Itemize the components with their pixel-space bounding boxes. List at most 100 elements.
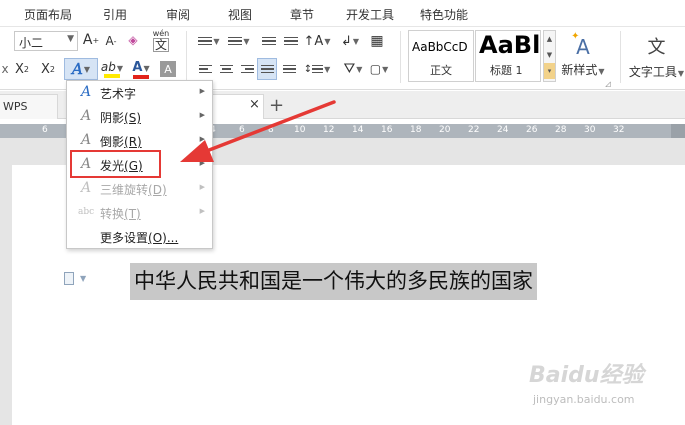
text-direction-icon[interactable]: ↑A ▼ (304, 32, 331, 50)
chevron-down-icon: ▼ (83, 64, 90, 74)
menu-item-3d-rotation: A 三维旋转(D) ▶ (67, 177, 212, 201)
menu-item-more-settings[interactable]: 更多设置(O)... (67, 225, 212, 249)
chevron-up-icon[interactable]: ▲ (544, 31, 555, 47)
text-tools-button[interactable]: 文 文字工具▼ (628, 31, 685, 81)
decrease-indent-icon[interactable] (260, 33, 278, 49)
increase-indent-icon[interactable] (282, 33, 300, 49)
submenu-arrow-icon: ▶ (199, 183, 205, 191)
pinyin-guide-button[interactable]: wén 文 (150, 29, 172, 53)
table-borders-icon[interactable]: ▦ (368, 32, 386, 50)
tab-developer-tools[interactable]: 开发工具 (346, 6, 394, 23)
style-normal[interactable]: AaBbCcD 正文 (408, 30, 474, 82)
art-text-icon: A (80, 84, 92, 100)
style-normal-sample: AaBbCcD (412, 40, 468, 54)
char-shading-icon[interactable]: A (160, 61, 176, 77)
ribbon-separator (400, 31, 401, 83)
text-tools-icon: 文 (647, 36, 666, 58)
ruler-tick: 16 (381, 125, 393, 135)
highlight-color-bar (104, 74, 120, 78)
style-heading-name: 标题 1 (490, 64, 523, 77)
document-tab-wps[interactable]: WPS (0, 94, 58, 119)
menu-item-label: 转换(T) (100, 207, 141, 221)
menu-item-label: 三维旋转(D) (100, 183, 167, 197)
text-effect-button[interactable]: A ▼ (64, 58, 98, 80)
menu-item-label: 更多设置(O)... (100, 231, 179, 245)
ruler-tick: 6 (42, 125, 48, 135)
style-normal-name: 正文 (430, 64, 452, 77)
text-tools-label: 文字工具 (628, 64, 677, 79)
menu-item-transform: abc 转换(T) ▶ (67, 201, 212, 225)
tab-page-layout[interactable]: 页面布局 (24, 6, 72, 23)
tab-section[interactable]: 章节 (290, 6, 314, 23)
tab-references[interactable]: 引用 (103, 6, 127, 23)
justify-icon[interactable] (257, 58, 277, 80)
shadow-icon: A (80, 108, 92, 124)
paragraph-mark-icon[interactable]: ↲ ▼ (340, 32, 360, 50)
ruler-tick: 18 (410, 125, 422, 135)
menu-item-label: 阴影(S) (100, 111, 141, 125)
submenu-arrow-icon: ▶ (199, 159, 205, 167)
subscript-button[interactable]: X2 (38, 60, 58, 78)
selected-text[interactable]: 中华人民共和国是一个伟大的多民族的国家 (130, 263, 537, 300)
ruler-tick: 22 (468, 125, 480, 135)
superscript-label: X (15, 61, 24, 77)
tab-review[interactable]: 审阅 (166, 6, 190, 23)
ruler-tick: 12 (323, 125, 335, 135)
submenu-arrow-icon: ▶ (199, 111, 205, 119)
pinyin-guide-char: 文 (152, 38, 169, 52)
ruler-tick: 8 (268, 125, 274, 135)
menu-tab-bar: 页面布局 引用 审阅 视图 章节 开发工具 特色功能 (0, 0, 685, 27)
bullet-list-icon[interactable]: ▼ (196, 33, 222, 49)
font-size-dropdown[interactable]: 小二 ▼ (14, 31, 78, 51)
styles-dialog-launcher-icon[interactable]: ◿ (604, 80, 612, 88)
new-style-label: 新样式 (561, 62, 598, 77)
grow-font-icon[interactable]: A + (83, 32, 99, 48)
paragraph-handle-icon[interactable] (64, 272, 74, 285)
subscript-label: X (41, 61, 50, 77)
font-color-icon: A▼ (132, 59, 150, 75)
reflection-icon: A (80, 132, 92, 148)
shrink-font-icon[interactable]: A- (104, 33, 118, 49)
align-center-icon[interactable] (217, 61, 235, 77)
text-effect-icon: A (72, 60, 83, 79)
menu-item-label: 倒影(R) (100, 135, 142, 149)
line-spacing-icon[interactable]: ↕ ▼ (302, 61, 332, 77)
document-tab-label: WPS (3, 100, 28, 113)
menu-item-shadow[interactable]: A 阴影(S) ▶ (67, 105, 212, 129)
submenu-arrow-icon: ▶ (199, 135, 205, 143)
chevron-down-icon[interactable]: ▼ (544, 47, 555, 63)
ruler-tick: 26 (526, 125, 538, 135)
ruler-tick: 24 (497, 125, 509, 135)
superscript-button[interactable]: X2 (12, 60, 32, 78)
pinyin-guide-top: wén (152, 29, 170, 38)
new-tab-icon[interactable]: + (269, 95, 284, 116)
ribbon-separator (620, 31, 621, 83)
tab-special-features[interactable]: 特色功能 (420, 6, 468, 23)
tab-view[interactable]: 视图 (228, 6, 252, 23)
borders-icon[interactable]: ▢ ▼ (370, 61, 389, 77)
close-icon[interactable]: × (249, 97, 260, 112)
menu-item-art-text[interactable]: A 艺术字 ▶ (67, 81, 212, 105)
style-heading-1[interactable]: AaBl 标题 1 (475, 30, 541, 82)
ruler-tick: 20 (439, 125, 451, 135)
align-left-icon[interactable] (196, 61, 214, 77)
font-size-value: 小二 (19, 36, 44, 50)
gallery-expand-icon[interactable]: ▾ (544, 63, 555, 79)
distributed-align-icon[interactable] (280, 61, 298, 77)
clear-format-icon[interactable]: ◈ (125, 32, 141, 48)
highlight-color-button[interactable]: ab▼ (99, 58, 125, 80)
font-color-button[interactable]: A▼ (128, 58, 154, 80)
numbered-list-icon[interactable]: ▼ (226, 33, 252, 49)
paint-bucket-icon[interactable]: ⛛ ▼ (338, 59, 368, 79)
strikethrough-icon[interactable]: x (0, 61, 10, 77)
ribbon-separator (186, 31, 187, 83)
submenu-arrow-icon: ▶ (199, 207, 205, 215)
chevron-down-icon[interactable]: ▼ (80, 274, 86, 283)
ruler-tick: 14 (352, 125, 364, 135)
new-style-button[interactable]: A ✦ 新样式▼ (560, 31, 606, 81)
3d-rotation-icon: A (80, 180, 92, 196)
style-gallery-scroll[interactable]: ▲ ▼ ▾ (543, 30, 556, 82)
ruler-tick: 10 (294, 125, 306, 135)
font-color-bar (133, 74, 149, 79)
align-right-icon[interactable] (238, 61, 256, 77)
